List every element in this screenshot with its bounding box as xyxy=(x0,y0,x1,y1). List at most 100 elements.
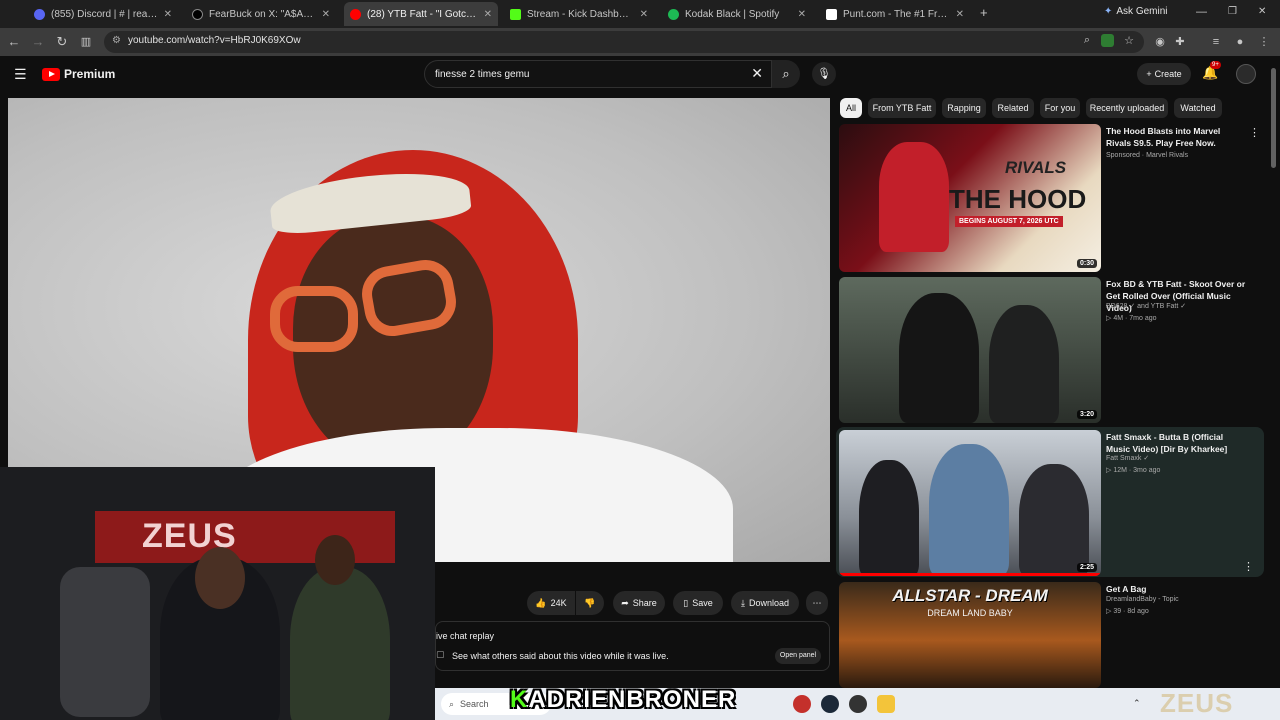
more-options-icon[interactable]: ⋮ xyxy=(1243,560,1254,573)
close-icon[interactable]: ✕ xyxy=(798,9,806,20)
chat-replay-panel: ive chat replay ▢ See what others said a… xyxy=(435,621,830,671)
url-text: youtube.com/watch?v=HbRJ0K69XOw xyxy=(128,35,301,46)
plus-icon: + xyxy=(1146,69,1152,79)
like-button[interactable]: 👍 24K xyxy=(527,591,575,615)
tab-title: (855) Discord | # | reactions xyxy=(51,8,158,20)
x-icon xyxy=(192,8,203,20)
search-button[interactable]: ⌕ xyxy=(772,60,800,88)
close-icon[interactable]: ✕ xyxy=(484,9,492,20)
share-button[interactable]: ➦ Share xyxy=(613,591,665,615)
chip-rapping[interactable]: Rapping xyxy=(942,98,986,118)
site-info-icon[interactable]: ⚙ xyxy=(112,35,121,46)
tab-spotify[interactable]: Kodak Black | Spotify ✕ xyxy=(662,2,812,26)
thumb-hero-figure xyxy=(879,142,949,252)
chip-all[interactable]: All xyxy=(840,98,862,118)
video-frame-glasses-left xyxy=(270,286,358,352)
menu-icon[interactable]: ⋮ xyxy=(1256,34,1272,50)
share-label: Share xyxy=(632,598,657,608)
reload-icon[interactable]: ↻ xyxy=(54,34,70,50)
zoom-icon[interactable]: ⌕ xyxy=(1084,34,1090,47)
tab-title: Stream - Kick Dashboard xyxy=(527,8,634,20)
youtube-logo[interactable]: Premium xyxy=(42,67,115,81)
address-bar[interactable]: ⚙ youtube.com/watch?v=HbRJ0K69XOw ⌕ ☆ xyxy=(104,31,1144,53)
streamer-name-overlay: KADRIENBRONER xyxy=(510,686,736,714)
thumb-person xyxy=(989,305,1059,423)
forward-icon[interactable]: → xyxy=(30,34,46,50)
minimize-icon[interactable]: — xyxy=(1196,6,1207,18)
close-icon[interactable]: ✕ xyxy=(956,9,964,20)
account-icon[interactable]: ● xyxy=(1232,34,1248,50)
chat-icon: ▢ xyxy=(436,649,445,659)
logo-text: Premium xyxy=(64,67,116,81)
save-label: Save xyxy=(692,598,713,608)
chip-for-you[interactable]: For you xyxy=(1040,98,1080,118)
rec-title[interactable]: Fatt Smaxk - Butta B (Official Music Vid… xyxy=(1106,431,1246,455)
chip-recently-uploaded[interactable]: Recently uploaded xyxy=(1086,98,1168,118)
avatar[interactable] xyxy=(1236,64,1256,84)
new-tab-button[interactable]: + xyxy=(980,5,988,20)
search-icon: ⌕ xyxy=(782,66,790,81)
rec-thumbnail[interactable]: 2:25 xyxy=(839,430,1101,576)
rec-channel: Sponsored · Marvel Rivals xyxy=(1106,152,1189,159)
tab-title: (28) YTB Fatt - "I Gotcha Bi xyxy=(367,8,478,20)
tab-punt[interactable]: Punt.com - The #1 Free to Play ✕ xyxy=(820,2,970,26)
tab-x[interactable]: FearBuck on X: "A$AP Rocky gi ✕ xyxy=(186,2,336,26)
create-button[interactable]: + Create xyxy=(1137,63,1191,85)
open-panel-button[interactable]: Open panel xyxy=(775,648,821,664)
side-panel-icon[interactable]: ▥ xyxy=(78,34,94,50)
browser-toolbar: ← → ↻ ▥ ⚙ youtube.com/watch?v=HbRJ0K69XO… xyxy=(0,28,1280,56)
search-box[interactable]: finesse 2 times gemu ✕ xyxy=(424,60,772,88)
tray-chevron-icon[interactable]: ⌃ xyxy=(1133,698,1141,709)
reading-list-icon[interactable]: ≡ xyxy=(1208,34,1224,50)
search-input[interactable]: finesse 2 times gemu xyxy=(435,69,530,80)
file-explorer-icon[interactable] xyxy=(877,695,895,713)
back-icon[interactable]: ← xyxy=(6,34,22,50)
rec-thumbnail[interactable]: 3:20 xyxy=(839,277,1101,423)
thumb-person xyxy=(899,293,979,423)
tab-discord[interactable]: (855) Discord | # | reactions ✕ xyxy=(28,2,178,26)
app-icon[interactable] xyxy=(793,695,811,713)
webcam-chair xyxy=(60,567,150,717)
rec-thumbnail[interactable]: ALLSTAR - DREAM DREAM LAND BABY xyxy=(839,582,1101,688)
steam-icon[interactable] xyxy=(821,695,839,713)
more-options-icon[interactable]: ⋮ xyxy=(1249,126,1260,139)
chip-watched[interactable]: Watched xyxy=(1174,98,1222,118)
chip-from-ytb-fatt[interactable]: From YTB Fatt xyxy=(868,98,936,118)
close-icon[interactable]: ✕ xyxy=(322,9,330,20)
save-button[interactable]: ▯ Save xyxy=(673,591,723,615)
thumb-title: THE HOOD xyxy=(949,184,1087,214)
tab-title: Kodak Black | Spotify xyxy=(685,8,780,20)
ask-gemini-button[interactable]: ✦ Ask Gemini xyxy=(1104,6,1168,17)
extension-icon[interactable] xyxy=(1101,34,1114,47)
profile-badge-icon[interactable]: ◉ xyxy=(1152,34,1168,50)
tab-kick[interactable]: Stream - Kick Dashboard ✕ xyxy=(504,2,654,26)
scrollbar-thumb[interactable] xyxy=(1271,68,1276,168)
chip-related[interactable]: Related xyxy=(992,98,1034,118)
hamburger-menu-icon[interactable]: ☰ xyxy=(14,66,27,83)
taskbar-search-placeholder: Search xyxy=(460,699,489,709)
more-actions-button[interactable]: ⋯ xyxy=(806,591,828,615)
notification-badge: 9+ xyxy=(1210,61,1221,69)
voice-search-button[interactable]: 🎙 xyxy=(812,62,836,86)
obs-icon[interactable] xyxy=(849,695,867,713)
duration-badge: 3:20 xyxy=(1076,410,1097,419)
duration-badge: 2:25 xyxy=(1076,563,1097,572)
close-icon[interactable]: ✕ xyxy=(640,9,648,20)
thumbs-up-icon: 👍 xyxy=(535,597,547,608)
window-close-icon[interactable]: ✕ xyxy=(1258,6,1266,17)
rec-title[interactable]: The Hood Blasts into Marvel Rivals S9.5.… xyxy=(1106,125,1246,149)
discord-icon xyxy=(34,8,45,20)
extensions-icon[interactable]: ✚ xyxy=(1172,34,1188,50)
spotify-icon xyxy=(668,8,679,20)
bookmark-star-icon[interactable]: ☆ xyxy=(1124,34,1134,47)
webcam-person-right xyxy=(290,567,390,720)
dislike-button[interactable]: 👎 xyxy=(576,591,604,615)
streamer-name-rest: ADRIENBRONER xyxy=(528,686,737,713)
rec-thumbnail[interactable]: RIVALS THE HOOD BEGINS AUGUST 7, 2026 UT… xyxy=(839,124,1101,272)
tab-youtube[interactable]: (28) YTB Fatt - "I Gotcha Bi ✕ xyxy=(344,2,498,26)
clear-search-icon[interactable]: ✕ xyxy=(751,65,763,82)
download-button[interactable]: ⤓ Download xyxy=(731,591,799,615)
maximize-icon[interactable]: ❐ xyxy=(1228,6,1237,17)
thumb-subtitle: DREAM LAND BABY xyxy=(927,608,1013,618)
close-icon[interactable]: ✕ xyxy=(164,9,172,20)
